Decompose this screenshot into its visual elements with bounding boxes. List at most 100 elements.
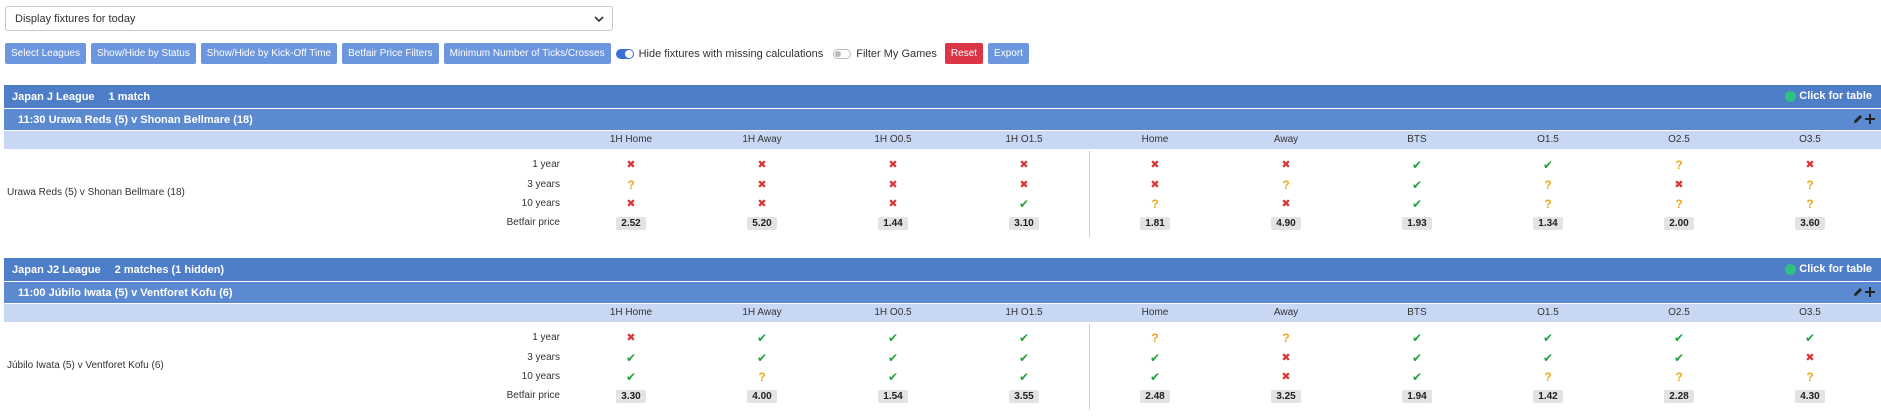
check-icon: ✔ [1018, 351, 1030, 365]
betfair-price: 1.34 [1533, 217, 1563, 230]
column-header: O2.5 [1668, 307, 1690, 318]
check-icon: ✔ [1542, 351, 1554, 365]
question-icon: ? [1675, 370, 1683, 384]
hide-missing-toggle[interactable] [615, 48, 634, 59]
question-icon: ? [1806, 370, 1814, 384]
betfair-price: 1.54 [878, 390, 908, 403]
divider [1089, 324, 1090, 410]
edit-pencil-icon[interactable] [1852, 113, 1864, 128]
click-for-table-link[interactable]: Click for table [1785, 263, 1872, 275]
question-icon: ? [1544, 197, 1552, 211]
check-icon: ✔ [887, 370, 899, 384]
check-icon: ✔ [756, 351, 768, 365]
match-header-bar[interactable]: 11:30 Urawa Reds (5) v Shonan Bellmare (… [4, 108, 1881, 130]
column-header: O1.5 [1537, 134, 1559, 145]
betfair-price: 3.55 [1009, 390, 1039, 403]
row-label: 10 years [521, 371, 560, 382]
cross-icon: ✖ [1150, 179, 1160, 191]
check-icon: ✔ [1411, 158, 1423, 172]
check-icon: ✔ [1411, 370, 1423, 384]
check-icon: ✔ [1542, 331, 1554, 345]
check-icon: ✔ [1018, 197, 1030, 211]
add-plus-icon[interactable] [1864, 286, 1876, 301]
check-icon: ✔ [1411, 331, 1423, 345]
betfair-price: 4.30 [1795, 390, 1825, 403]
betfair-price: 3.60 [1795, 217, 1825, 230]
chevron-down-icon [594, 16, 604, 23]
filter-my-games-toggle[interactable] [833, 48, 852, 59]
question-icon: ? [1806, 197, 1814, 211]
reset-button[interactable]: Reset [944, 43, 984, 64]
check-icon: ✔ [1018, 331, 1030, 345]
green-dot-icon [1785, 263, 1797, 275]
check-icon: ✔ [1149, 351, 1161, 365]
check-icon: ✔ [625, 370, 637, 384]
question-icon: ? [1544, 370, 1552, 384]
cross-icon: ✖ [1019, 159, 1029, 171]
export-button[interactable]: Export [988, 43, 1029, 64]
column-header: Away [1273, 134, 1299, 145]
row-label: 10 years [521, 198, 560, 209]
cross-icon: ✖ [1019, 179, 1029, 191]
cross-icon: ✖ [626, 198, 636, 210]
cross-icon: ✖ [1281, 159, 1291, 171]
match-header-title: 11:30 Urawa Reds (5) v Shonan Bellmare (… [18, 113, 253, 126]
check-icon: ✔ [1149, 370, 1161, 384]
cross-icon: ✖ [1281, 198, 1291, 210]
row-label: Betfair price [506, 217, 560, 228]
check-icon: ✔ [887, 331, 899, 345]
click-for-table-link[interactable]: Click for table [1785, 90, 1872, 102]
match-actions [1852, 113, 1876, 128]
match-header-bar[interactable]: 11:00 Júbilo Iwata (5) v Ventforet Kofu … [4, 281, 1881, 303]
league-match-count: 1 match [108, 90, 151, 103]
league-name: Japan J2 League [12, 263, 101, 276]
fixtures-filter-value: Display fixtures for today [15, 13, 136, 25]
check-icon: ✔ [887, 351, 899, 365]
click-for-table-label: Click for table [1799, 263, 1872, 275]
cross-icon: ✖ [888, 179, 898, 191]
edit-pencil-icon[interactable] [1852, 286, 1864, 301]
column-header: BTS [1407, 307, 1427, 318]
match-actions [1852, 286, 1876, 301]
league-name: Japan J League [12, 90, 95, 103]
column-header: 1H O0.5 [874, 307, 912, 318]
question-icon: ? [1282, 331, 1290, 345]
league-header-bar[interactable]: Japan J2 League 2 matches (1 hidden) Click… [4, 258, 1881, 281]
green-dot-icon [1785, 90, 1797, 102]
question-icon: ? [1282, 178, 1290, 192]
cross-icon: ✖ [757, 198, 767, 210]
select-leagues-button[interactable]: Select Leagues [5, 43, 86, 64]
column-header: 1H O0.5 [874, 134, 912, 145]
column-header: 1H Home [609, 134, 653, 145]
cross-icon: ✖ [1805, 159, 1815, 171]
league-match-count: 2 matches (1 hidden) [114, 263, 225, 276]
row-label: 3 years [527, 352, 560, 363]
betfair-price-filters-button[interactable]: Betfair Price Filters [342, 43, 439, 64]
cross-icon: ✖ [1805, 352, 1815, 364]
betfair-price: 1.44 [878, 217, 908, 230]
add-plus-icon[interactable] [1864, 113, 1876, 128]
question-icon: ? [1151, 331, 1159, 345]
betfair-price: 1.81 [1140, 217, 1170, 230]
row-label: 3 years [527, 179, 560, 190]
question-icon: ? [1675, 158, 1683, 172]
betfair-price: 4.00 [747, 390, 777, 403]
question-icon: ? [1151, 197, 1159, 211]
league-header-bar[interactable]: Japan J League 1 match Click for table [4, 85, 1881, 108]
show-hide-status-button[interactable]: Show/Hide by Status [90, 43, 196, 64]
cross-icon: ✖ [1674, 179, 1684, 191]
column-header: 1H O1.5 [1005, 134, 1043, 145]
betfair-price: 4.90 [1271, 217, 1301, 230]
check-icon: ✔ [1804, 331, 1816, 345]
min-ticks-crosses-button[interactable]: Minimum Number of Ticks/Crosses [443, 43, 611, 64]
cross-icon: ✖ [888, 198, 898, 210]
cross-icon: ✖ [1281, 371, 1291, 383]
filter-my-games-label: Filter My Games [856, 47, 937, 60]
fixtures-filter-select[interactable]: Display fixtures for today [5, 6, 613, 31]
question-icon: ? [1675, 197, 1683, 211]
question-icon: ? [627, 178, 635, 192]
check-icon: ✔ [1542, 158, 1554, 172]
betfair-price: 1.94 [1402, 390, 1432, 403]
betfair-price: 2.48 [1140, 390, 1170, 403]
show-hide-kickoff-button[interactable]: Show/Hide by Kick-Off Time [200, 43, 338, 64]
